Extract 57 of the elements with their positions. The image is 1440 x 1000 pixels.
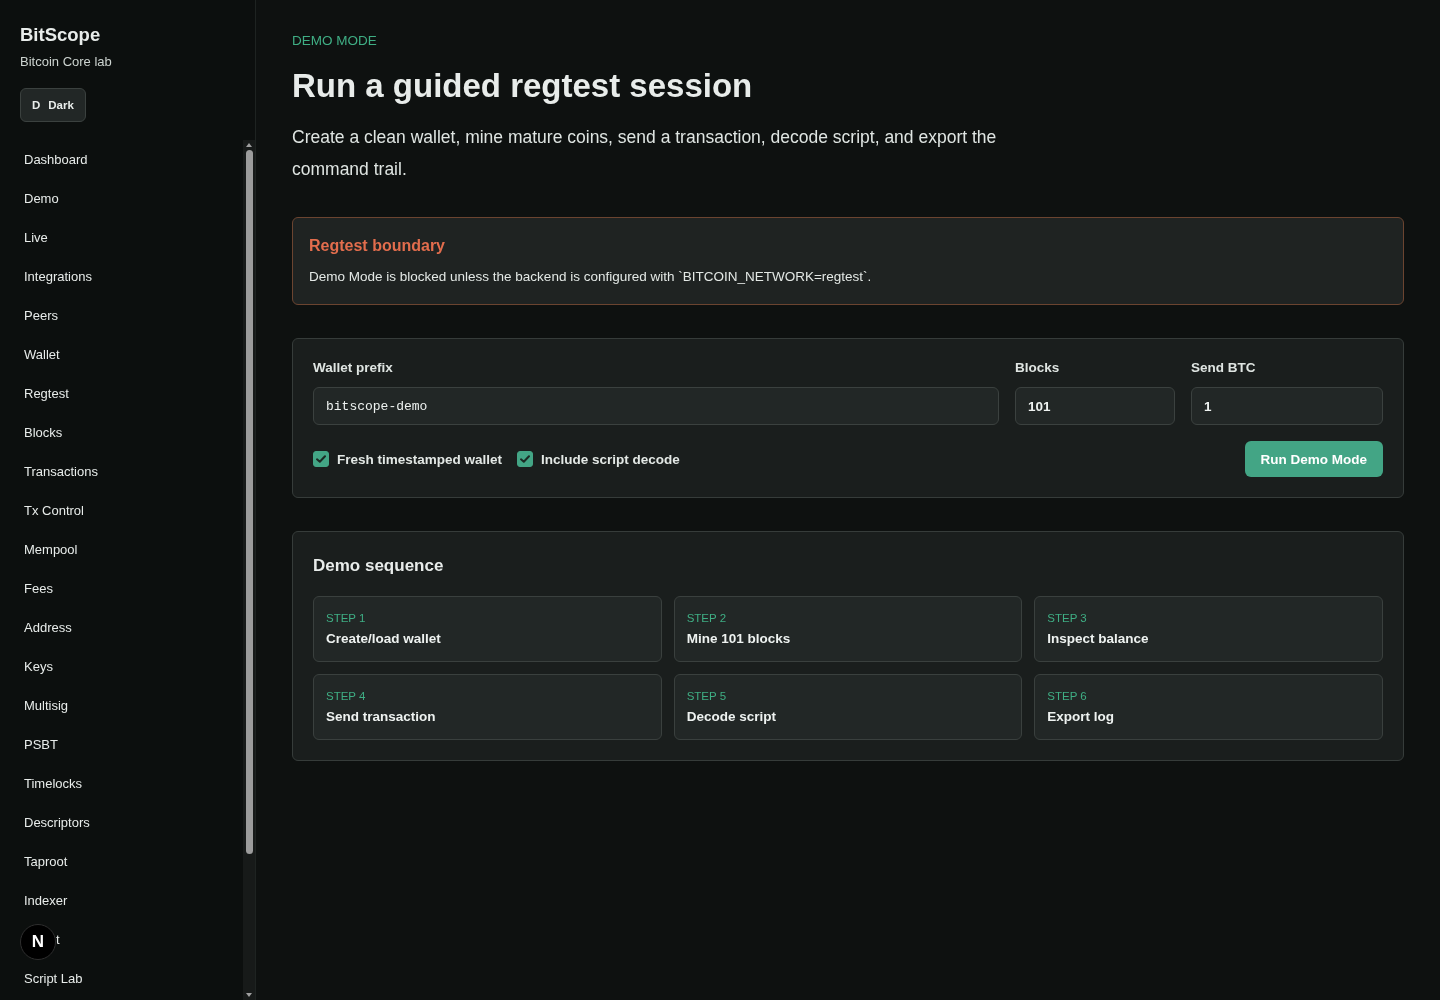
checkbox-label: Include script decode — [541, 451, 680, 467]
input-field[interactable]: bitscope-demo — [313, 387, 999, 425]
checkmark-icon — [520, 455, 531, 463]
brand-name: BitScope — [20, 23, 101, 47]
step-number: STEP 6 — [1047, 689, 1087, 704]
step-title: Decode script — [686, 708, 776, 726]
nav-item[interactable]: Wallet — [20, 335, 64, 374]
step-title: Mine 101 blocks — [686, 630, 791, 648]
nav-item[interactable]: Descriptors — [20, 803, 94, 842]
step-number: STEP 3 — [1047, 611, 1087, 626]
nav-item[interactable]: Multisig — [20, 686, 73, 725]
checkmark-icon — [316, 455, 326, 463]
scroll-down-arrow-icon[interactable] — [246, 993, 252, 997]
nav-item[interactable]: Taproot — [20, 842, 72, 881]
warning-title: Regtest boundary — [309, 236, 446, 256]
checkbox[interactable] — [313, 451, 329, 467]
nav-item[interactable]: Live — [20, 218, 52, 257]
step-title: Inspect balance — [1047, 630, 1149, 648]
nav-item[interactable]: Indexer — [20, 881, 72, 920]
warning-text: Demo Mode is blocked unless the backend is configured with `BITCOIN_NETWORK=regtest`. — [309, 268, 873, 286]
nav-item[interactable]: Mempool — [20, 530, 82, 569]
field-label: Blocks — [1015, 359, 1060, 377]
nav-item[interactable]: Blocks — [20, 413, 67, 452]
field-label: Wallet prefix — [313, 359, 393, 377]
nav-item[interactable]: Timelocks — [20, 764, 87, 803]
scrollbar[interactable] — [243, 140, 255, 1000]
nav-item[interactable]: Demo — [20, 179, 63, 218]
step-title: Create/load wallet — [326, 630, 441, 648]
checkbox-label: Fresh timestamped wallet — [337, 451, 503, 467]
step-number: STEP 4 — [326, 689, 366, 704]
nav-item[interactable]: Dashboard — [20, 140, 92, 179]
page-description: Create a clean wallet, mine mature coins, send a transaction, decode script, and export the command trail. — [292, 126, 998, 181]
nav-item[interactable]: Script Lab — [20, 959, 87, 998]
step-title: Export log — [1047, 708, 1115, 726]
checkbox[interactable] — [517, 451, 534, 467]
nav-item[interactable]: Fees — [20, 569, 57, 608]
nav-item[interactable]: Integrations — [20, 257, 96, 296]
nav-item[interactable]: Tx Control — [20, 491, 88, 530]
nav-item[interactable]: Address — [20, 608, 76, 647]
nav-item[interactable]: Transactions — [20, 452, 102, 491]
scroll-up-arrow-icon[interactable] — [246, 143, 252, 147]
nav-item[interactable]: PSBT — [20, 725, 62, 764]
nav-item[interactable]: Regtest — [20, 374, 73, 413]
theme-toggle-button[interactable]: D Dark — [20, 88, 86, 122]
nav-item[interactable]: Keys — [20, 647, 57, 686]
nav-item[interactable]: Peers — [20, 296, 62, 335]
input-field[interactable]: 1 — [1191, 387, 1383, 425]
brand-subtitle: Bitcoin Core lab — [20, 54, 112, 70]
page-eyebrow: DEMO MODE — [292, 32, 377, 50]
step-number: STEP 5 — [686, 689, 727, 704]
page-title: Run a guided regtest session — [292, 66, 753, 106]
step-title: Send transaction — [326, 708, 436, 726]
field-label: Send BTC — [1191, 359, 1256, 377]
input-field[interactable]: 101 — [1015, 387, 1175, 425]
section-title: Demo sequence — [313, 555, 444, 577]
step-number: STEP 1 — [326, 611, 366, 626]
step-number: STEP 2 — [686, 611, 727, 626]
